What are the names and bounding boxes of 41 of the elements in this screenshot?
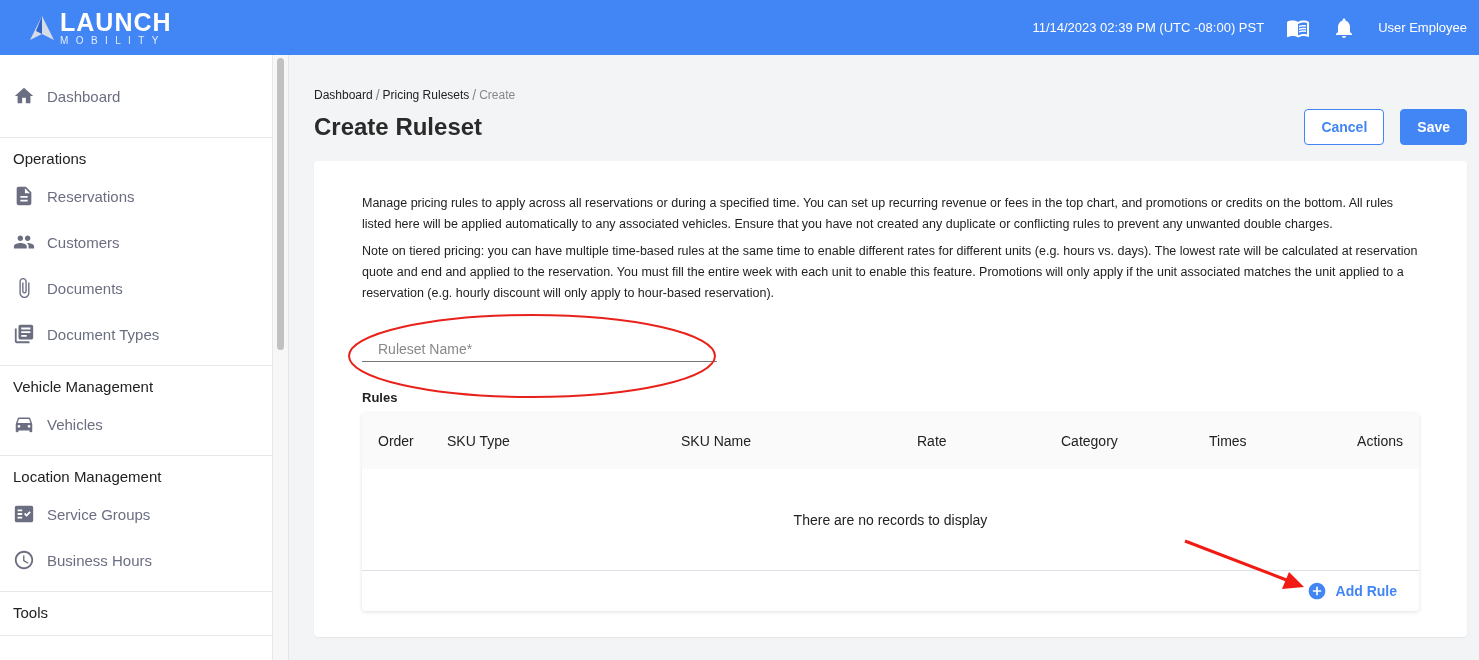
page-title: Create Ruleset: [314, 113, 483, 141]
breadcrumb-link[interactable]: Pricing Rulesets: [382, 88, 470, 102]
column-header: Order: [378, 433, 415, 449]
sidebar-section-title: Operations: [12, 150, 88, 169]
column-header: Rate: [917, 433, 948, 449]
sidebar-section-title: Tools: [12, 604, 50, 623]
logo-title: LAUNCH: [60, 9, 172, 35]
add-rule-button[interactable]: Add Rule: [1306, 581, 1397, 601]
user-name[interactable]: User Employee: [1378, 20, 1467, 35]
save-button[interactable]: Save: [1400, 109, 1467, 145]
column-header: Times: [1209, 433, 1248, 449]
sidebar-item[interactable]: Service Groups: [0, 491, 272, 537]
column-header: SKU Name: [681, 433, 753, 449]
column-header: SKU Type: [447, 433, 511, 449]
date-time: 11/14/2023 02:39 PM (UTC -08:00) PST: [1032, 20, 1265, 35]
cancel-button[interactable]: Cancel: [1304, 109, 1385, 145]
description-text: Manage pricing rules to apply across all reservations or during a specified time. You can set up recurring revenue or fees in the top chart, and promotions or credits on the bottom. All rules listed here will be applied automatically to any associated vehicles. Ensure that you have not created any duplicate or conflicting rules to prevent any unwanted double charges.: [362, 195, 1395, 233]
sidebar-item[interactable]: Document Types: [0, 311, 272, 357]
breadcrumb-link[interactable]: Dashboard: [314, 88, 373, 102]
logo-subtitle: MOBILITY: [60, 35, 167, 46]
sidebar-section-title: Vehicle Management: [12, 378, 155, 397]
scrollbar[interactable]: [273, 55, 289, 660]
sidebar-section-title: Location Management: [12, 468, 163, 487]
stacked-documents-icon: [13, 323, 35, 345]
breadcrumb-separator: /: [472, 87, 477, 103]
rules-title: Rules: [362, 390, 399, 405]
sidebar-item[interactable]: Reservations: [0, 173, 272, 219]
column-header: Actions: [1356, 433, 1403, 449]
sidebar-item[interactable]: Documents: [0, 265, 272, 311]
description-text: Note on tiered pricing: you can have multiple time-based rules at the same time to enable different rates for different units (e.g. hours vs. days). The lowest rate will be calculated at reservation quote and end and applied to the reservation. You must fill the entire week with each unit to enable this feature. Promotions will only apply if the unit associated matches the unit applied to a reservation (e.g. hourly discount will only apply to hour-based reservation).: [362, 243, 1419, 302]
empty-message: There are no records to display: [793, 511, 988, 528]
ruleset-name-field[interactable]: Ruleset Name*: [362, 341, 717, 362]
clock-icon: [13, 549, 35, 571]
sidebar-item[interactable]: Customers: [0, 219, 272, 265]
sidebar-item[interactable]: Dashboard: [0, 73, 272, 119]
column-header: Category: [1061, 433, 1119, 449]
breadcrumb-separator: /: [375, 87, 380, 103]
sidebar-item[interactable]: Vehicles: [0, 401, 272, 447]
breadcrumb-current: Create: [479, 88, 516, 102]
checklist-icon: [13, 503, 35, 525]
sidebar-item[interactable]: Business Hours: [0, 537, 272, 583]
